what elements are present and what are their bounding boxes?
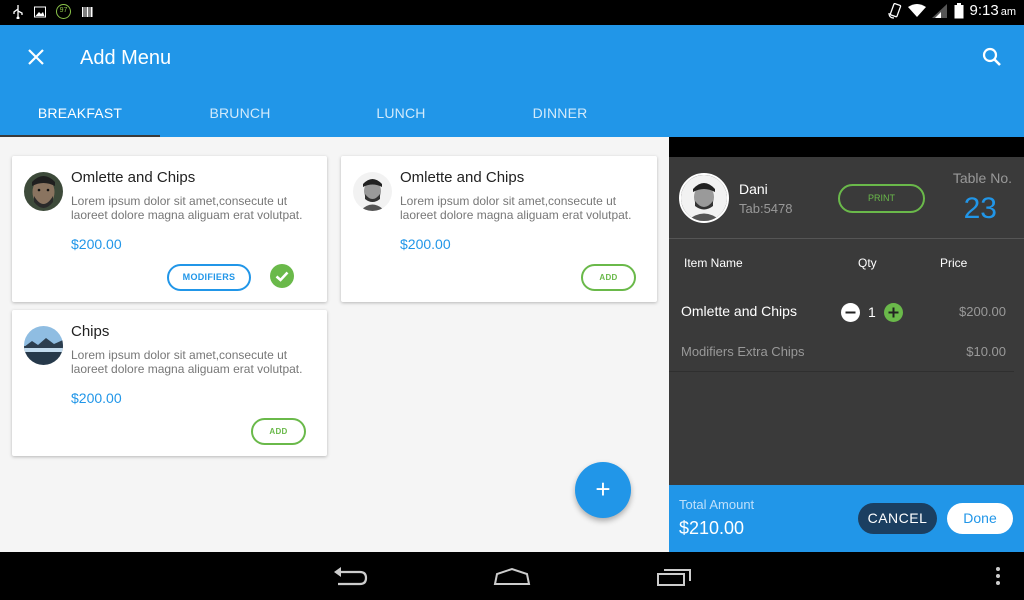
tab-brunch[interactable]: BRUNCH	[160, 89, 320, 137]
wifi-icon	[907, 3, 926, 17]
item-avatar	[353, 172, 392, 211]
order-item-row: Omlette and Chips 1 $200.00 Modifiers Ex…	[669, 292, 1014, 372]
barcode-icon	[82, 6, 93, 17]
order-footer: Total Amount $210.00 CANCEL Done	[669, 485, 1024, 552]
column-item-name: Item Name	[684, 256, 743, 270]
close-icon[interactable]	[22, 43, 50, 71]
category-tabs: BREAKFAST BRUNCH LUNCH DINNER	[0, 89, 700, 137]
item-price: $200.00	[400, 236, 451, 252]
menu-card[interactable]: Omlette and Chips Lorem ipsum dolor sit …	[341, 156, 657, 302]
tab-number: Tab:5478	[739, 201, 793, 216]
app-bar: Add Menu BREAKFAST BRUNCH LUNCH DINNER	[0, 25, 1024, 137]
status-bar-right: 9:13 am	[887, 2, 1016, 19]
add-button[interactable]: ADD	[581, 264, 636, 291]
usb-icon	[13, 4, 23, 19]
battery-icon	[954, 2, 964, 18]
item-price: $200.00	[71, 236, 122, 252]
order-item-qty: 1	[868, 304, 876, 320]
item-title: Chips	[71, 323, 110, 340]
qty-minus-icon[interactable]	[841, 303, 860, 322]
table-label: Table No.	[952, 170, 1012, 186]
signal-icon	[931, 3, 947, 18]
column-qty: Qty	[858, 256, 877, 270]
modifiers-button[interactable]: MODIFIERS	[167, 264, 251, 291]
status-bar: 97 9:13 am	[0, 0, 1024, 25]
add-fab-button[interactable]: +	[575, 462, 631, 518]
more-vert-icon[interactable]	[994, 564, 1002, 588]
add-button[interactable]: ADD	[251, 418, 306, 445]
column-price: Price	[940, 256, 968, 270]
modifier-price: $10.00	[966, 344, 1006, 359]
total-label: Total Amount	[679, 497, 755, 512]
item-description: Lorem ipsum dolor sit amet,consecute ut …	[400, 194, 632, 222]
selected-check-icon[interactable]	[270, 264, 294, 288]
page-title: Add Menu	[80, 47, 172, 69]
item-price: $200.00	[71, 390, 122, 406]
system-nav-bar	[0, 552, 1024, 600]
order-header: Dani Tab:5478 PRINT Table No. 23	[669, 157, 1024, 239]
total-amount: $210.00	[679, 518, 745, 538]
menu-card[interactable]: Omlette and Chips Lorem ipsum dolor sit …	[12, 156, 327, 302]
order-item-name: Omlette and Chips	[681, 303, 797, 319]
item-description: Lorem ipsum dolor sit amet,consecute ut …	[71, 194, 303, 222]
customer-avatar	[679, 173, 729, 223]
order-item-price: $200.00	[959, 304, 1006, 319]
tab-lunch[interactable]: LUNCH	[321, 89, 481, 137]
clock: 9:13 am	[970, 2, 1016, 19]
image-icon	[34, 6, 46, 17]
item-avatar	[24, 326, 63, 365]
clock-ampm: am	[1000, 6, 1016, 18]
done-button[interactable]: Done	[947, 503, 1013, 534]
status-bar-left: 97	[12, 4, 93, 19]
table-number: 23	[963, 192, 997, 225]
item-avatar	[24, 172, 63, 211]
qty-plus-icon[interactable]	[884, 303, 903, 322]
menu-list: Omlette and Chips Lorem ipsum dolor sit …	[0, 137, 669, 552]
search-icon[interactable]	[980, 45, 1004, 69]
tab-dinner[interactable]: DINNER	[480, 89, 640, 137]
rotate-icon	[887, 2, 901, 19]
recent-apps-icon[interactable]	[656, 564, 694, 588]
menu-card[interactable]: Chips Lorem ipsum dolor sit amet,consecu…	[12, 310, 327, 456]
clock-time: 9:13	[969, 2, 999, 19]
battery-badge-icon: 97	[56, 4, 71, 19]
customer-name: Dani	[739, 181, 768, 197]
item-title: Omlette and Chips	[71, 169, 196, 186]
modifier-name: Modifiers Extra Chips	[681, 344, 805, 359]
home-icon[interactable]	[493, 564, 531, 588]
item-description: Lorem ipsum dolor sit amet,consecute ut …	[71, 348, 303, 376]
item-title: Omlette and Chips	[400, 169, 525, 186]
tab-breakfast[interactable]: BREAKFAST	[0, 89, 160, 137]
cancel-button[interactable]: CANCEL	[858, 503, 937, 534]
back-icon[interactable]	[332, 564, 368, 588]
print-button[interactable]: PRINT	[838, 184, 925, 213]
